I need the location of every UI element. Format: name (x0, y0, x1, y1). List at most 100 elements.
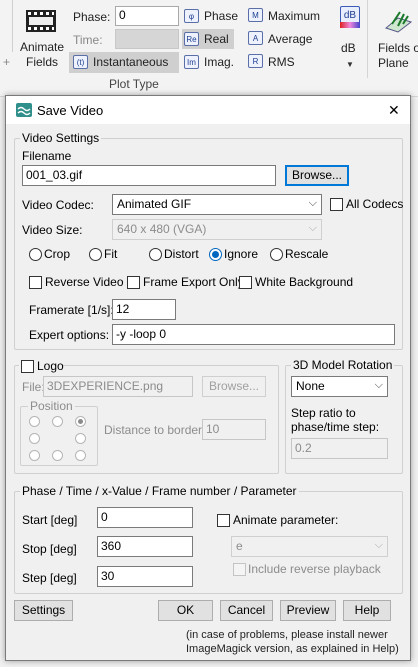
db-label: dB (341, 41, 356, 55)
position-top-left[interactable] (29, 416, 40, 427)
reverse-playback-label: Include reverse playback (248, 562, 381, 576)
instantaneous-button[interactable]: (t) Instantaneous (69, 52, 179, 73)
phase-input[interactable]: 0 (115, 6, 179, 26)
logo-browse-button[interactable]: Browse... (202, 376, 266, 397)
position-middle-left[interactable] (29, 433, 40, 444)
phase-plot-label: Phase (204, 9, 239, 23)
real-icon: Re (184, 32, 199, 46)
video-size-label: Video Size: (22, 223, 83, 237)
video-codec-value: Animated GIF (117, 197, 192, 211)
db-colorbar-icon (340, 22, 360, 28)
filename-label: Filename (22, 149, 72, 163)
video-size-value: 640 x 480 (VGA) (117, 222, 207, 236)
settings-button[interactable]: Settings (14, 600, 73, 621)
all-codecs-checkbox[interactable] (330, 198, 343, 211)
radio-ignore[interactable] (209, 248, 222, 261)
help-button[interactable]: Help (343, 600, 391, 621)
position-bottom-right[interactable] (75, 450, 86, 461)
average-icon: A (248, 31, 263, 45)
time-input[interactable] (115, 29, 179, 49)
db-button[interactable]: dB dB ▼ (336, 4, 362, 74)
video-codec-select[interactable]: Animated GIF ⌵ (112, 194, 322, 215)
step-input[interactable]: 30 (97, 566, 193, 587)
time-label: Time: (73, 33, 103, 47)
white-background-label: White Background (255, 275, 354, 289)
radio-distort-label: Distort (164, 247, 199, 261)
logo-checkbox[interactable] (21, 360, 34, 373)
average-button[interactable]: A Average (246, 29, 330, 49)
close-icon[interactable]: ✕ (388, 102, 400, 119)
step-ratio-label: Step ratio to phase/time step: (291, 406, 380, 434)
reverse-video-label: Reverse Video (45, 275, 124, 289)
ribbon: + Animate Fields Phase: 0 Time: (t) Inst… (0, 0, 418, 97)
radio-crop[interactable] (29, 248, 42, 261)
radio-rescale[interactable] (270, 248, 283, 261)
distance-input[interactable]: 10 (202, 419, 266, 440)
film-strip-icon (26, 10, 56, 32)
save-video-dialog: Save Video ✕ Video Settings Filename 001… (5, 95, 411, 661)
step-ratio-input[interactable]: 0.2 (291, 438, 388, 459)
phase-icon: φ (184, 9, 199, 23)
rms-button[interactable]: R RMS (246, 52, 330, 72)
preview-button[interactable]: Preview (280, 600, 336, 621)
radio-ignore-label: Ignore (224, 247, 259, 261)
phase-plot-button[interactable]: φ Phase (182, 6, 240, 26)
ok-button[interactable]: OK (158, 600, 213, 621)
parameter-value: e (236, 539, 243, 553)
chevron-down-icon: ⌵ (308, 197, 317, 209)
average-label: Average (268, 32, 313, 46)
fields-on-plane-label: Fields on Plane (378, 41, 418, 70)
frame-export-label: Frame Export Only (143, 275, 244, 289)
expert-options-label: Expert options: (29, 328, 110, 342)
filename-input[interactable]: 001_03.gif (22, 165, 276, 186)
plot-type-group-label: Plot Type (109, 77, 159, 91)
animate-parameter-label: Animate parameter: (233, 513, 339, 527)
maximum-label: Maximum (268, 9, 321, 23)
maximum-button[interactable]: M Maximum (246, 6, 330, 26)
framerate-input[interactable]: 12 (112, 299, 176, 320)
imag-plot-label: Imag. (204, 55, 235, 69)
cancel-button[interactable]: Cancel (220, 600, 273, 621)
reverse-video-checkbox[interactable] (29, 276, 42, 289)
phase-time-title: Phase / Time / x-Value / Frame number / … (20, 484, 299, 498)
real-plot-button[interactable]: Re Real (182, 29, 234, 49)
distance-label: Distance to border: (104, 423, 206, 437)
position-top-right[interactable] (75, 416, 86, 427)
dialog-title: Save Video (37, 103, 104, 118)
radio-crop-label: Crop (44, 247, 71, 261)
logo-file-input[interactable]: 3DEXPERIENCE.png (43, 376, 193, 397)
chevron-down-icon: ⌵ (308, 222, 317, 234)
video-size-select[interactable]: 640 x 480 (VGA) ⌵ (112, 219, 322, 240)
footer-note: (in case of problems, please install new… (186, 629, 399, 655)
title-bar: Save Video ✕ (6, 96, 410, 124)
radio-fit[interactable] (89, 248, 102, 261)
reverse-playback-checkbox[interactable] (233, 563, 246, 576)
fields-on-plane-icon (384, 8, 413, 34)
frame-export-checkbox[interactable] (127, 276, 140, 289)
animate-parameter-checkbox[interactable] (217, 514, 230, 527)
imag-icon: Im (184, 55, 199, 69)
parameter-select[interactable]: e ⌵ (231, 536, 388, 557)
app-wave-icon (16, 103, 32, 117)
maximum-icon: M (248, 8, 263, 22)
start-input[interactable]: 0 (97, 507, 193, 528)
radio-distort[interactable] (149, 248, 162, 261)
radio-rescale-label: Rescale (285, 247, 329, 261)
position-bottom-left[interactable] (29, 450, 40, 461)
position-bottom-center[interactable] (52, 450, 63, 461)
white-background-checkbox[interactable] (239, 276, 252, 289)
db-dropdown-icon: ▼ (346, 60, 354, 69)
position-middle-right[interactable] (75, 433, 86, 444)
expert-options-input[interactable]: -y -loop 0 (112, 324, 395, 345)
fields-on-plane-button[interactable]: Fields on Plane (374, 4, 418, 74)
position-top-center[interactable] (52, 416, 63, 427)
model-rotation-select[interactable]: None ⌵ (291, 376, 388, 397)
ribbon-left-edge (0, 0, 13, 52)
real-plot-label: Real (204, 32, 229, 46)
animate-fields-button[interactable]: Animate Fields (16, 6, 68, 72)
stop-input[interactable]: 360 (97, 536, 193, 557)
rms-label: RMS (268, 55, 295, 69)
imag-plot-button[interactable]: Im Imag. (182, 52, 240, 72)
filename-browse-button[interactable]: Browse... (285, 165, 349, 186)
ribbon-separator (367, 0, 368, 78)
